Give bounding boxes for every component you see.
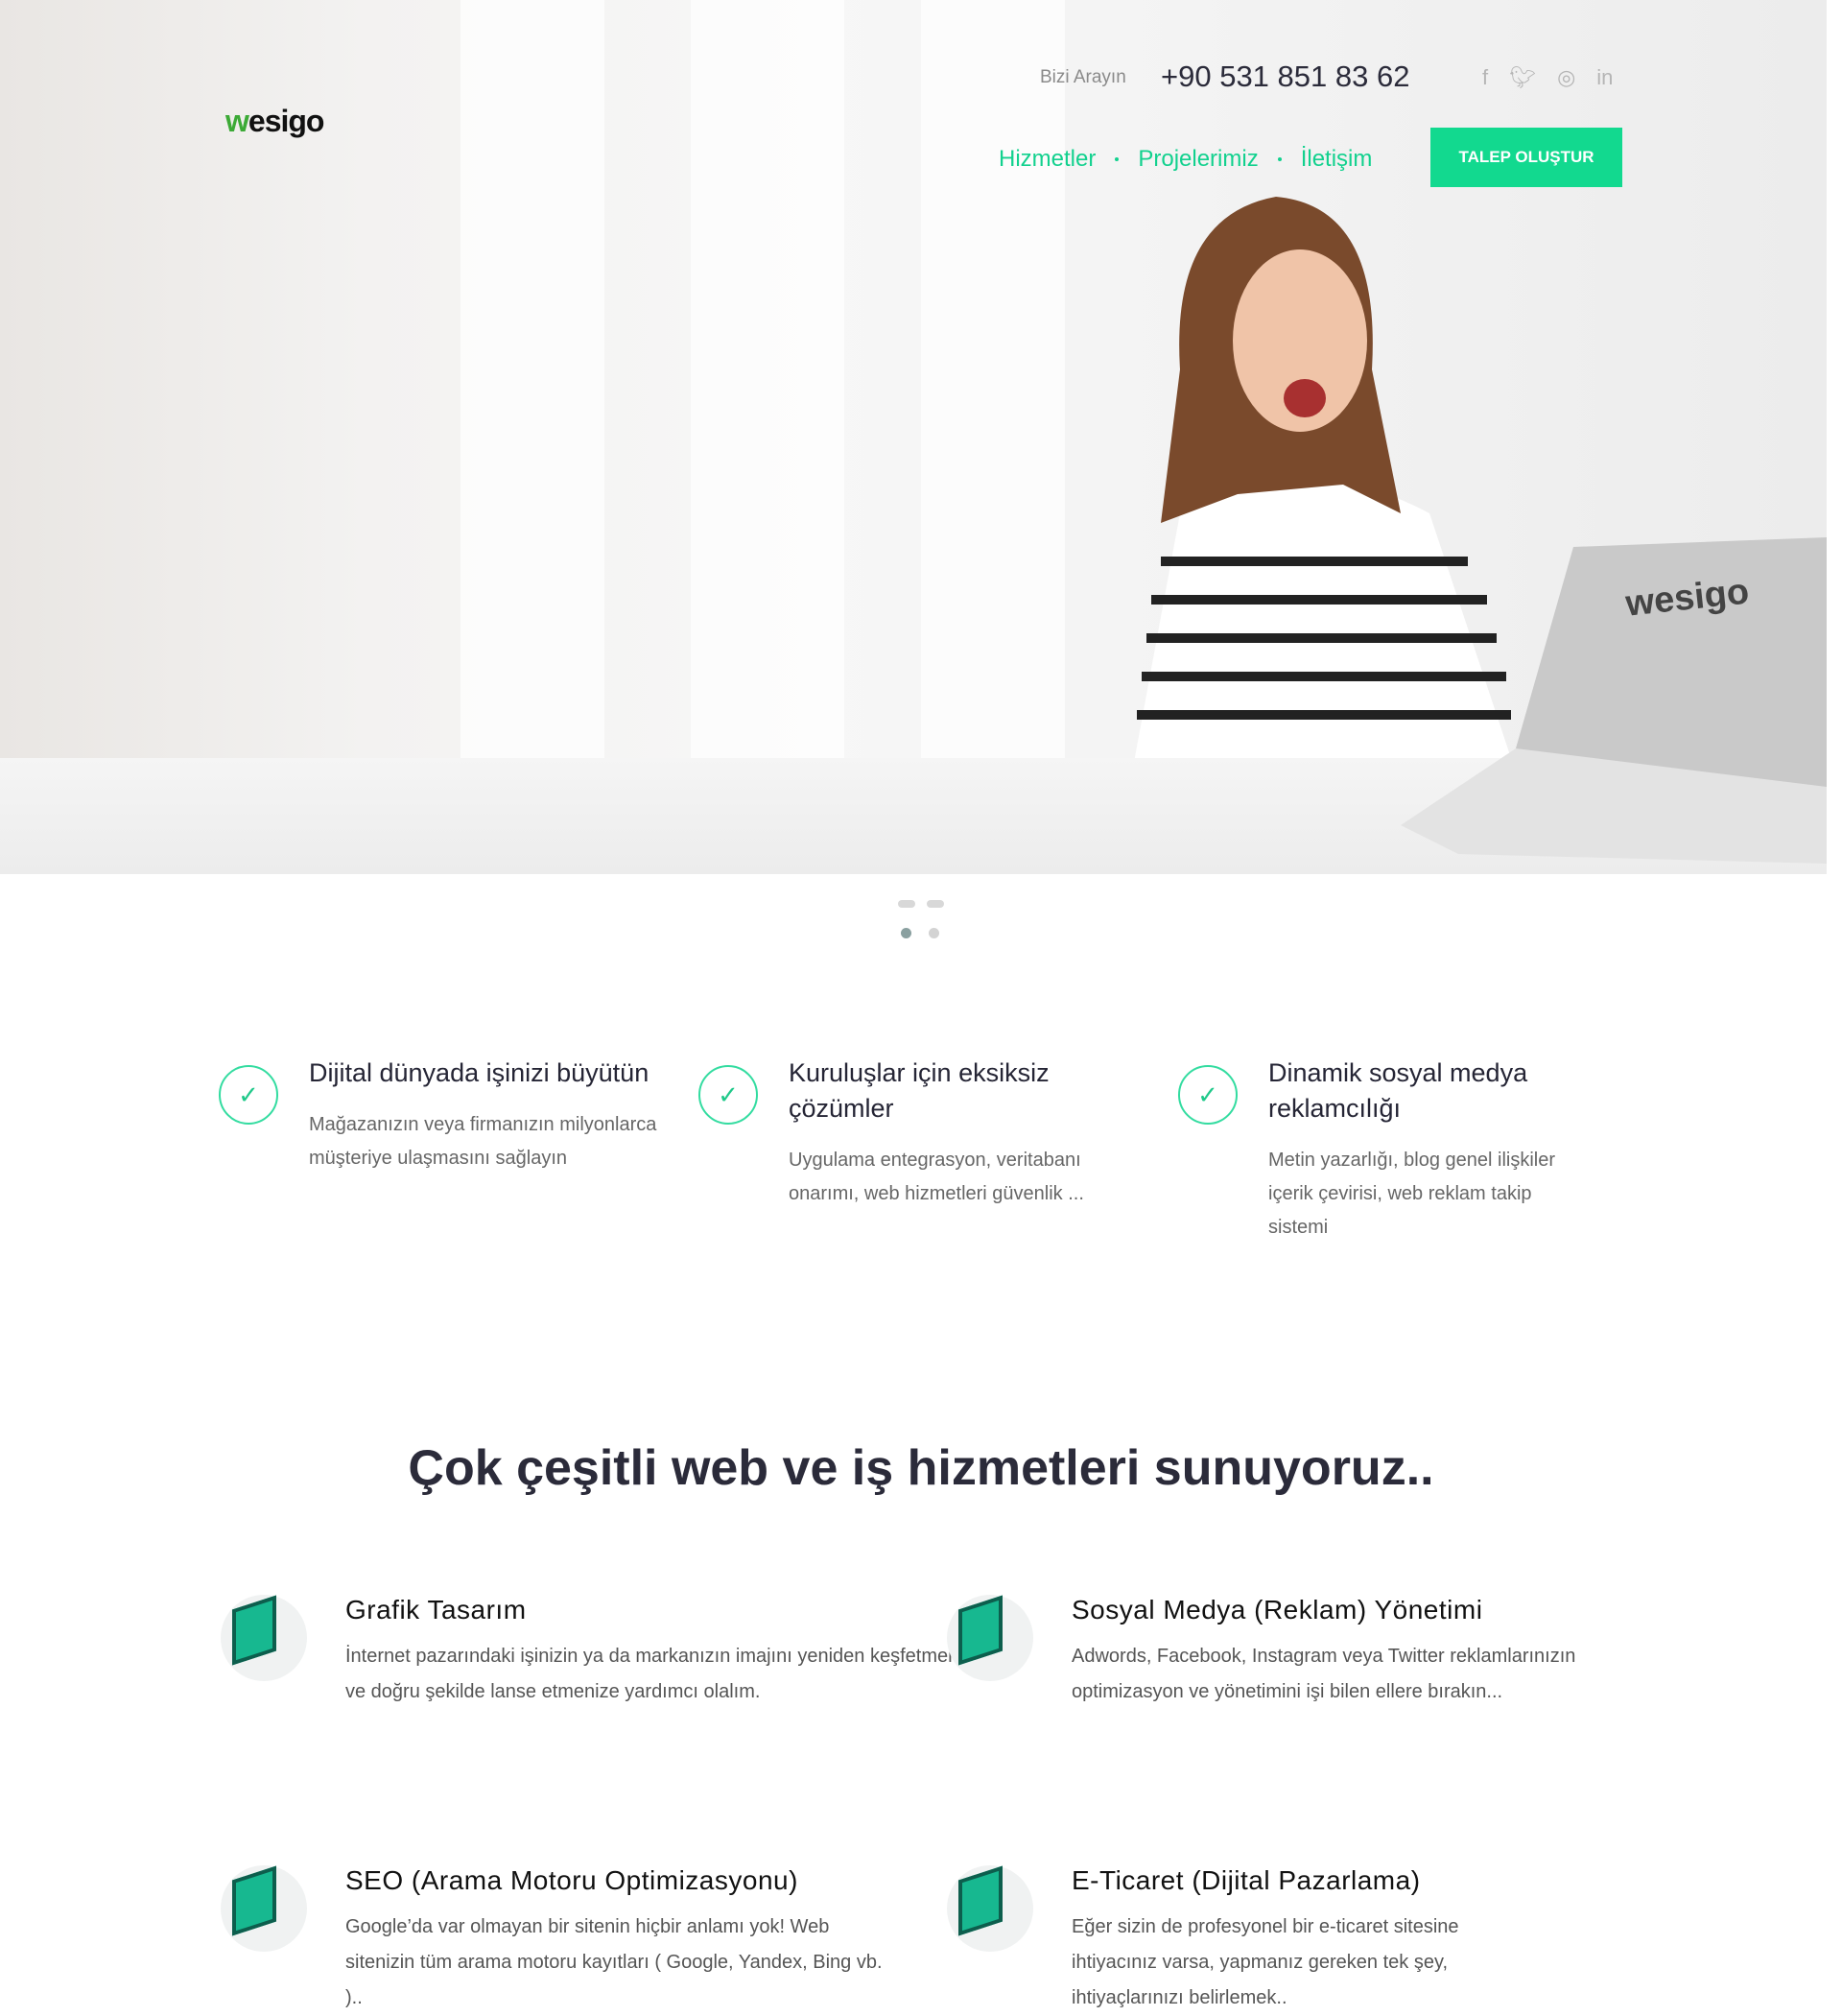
services-heading: Çok çeşitli web ve iş hizmetleri sunuyor… (408, 1440, 1434, 1496)
feature-item: ✓ Dijital dünyada işinizi büyütün Mağazanı… (219, 1055, 731, 1175)
seo-icon (221, 1865, 307, 1952)
nav-separator (1115, 157, 1120, 161)
feature-text: Uygulama entegrasyon, veritabanı onarımı… (789, 1150, 1084, 1204)
slider-dash[interactable] (898, 900, 915, 908)
feature-item: ✓ Dinamik sosyal medya reklamcılığı Metin … (1178, 1055, 1594, 1245)
call-label: Bizi Arayın (1040, 67, 1126, 87)
check-icon: ✓ (1178, 1065, 1238, 1125)
facebook-icon[interactable]: f (1482, 65, 1488, 90)
laptop-image: wesigo (1401, 537, 1827, 864)
feature-item: ✓ Kuruluşlar için eksiksiz çözümler Uygula… (698, 1055, 1134, 1211)
nav-iletisim[interactable]: İletişim (1301, 146, 1373, 173)
slider-dashes (898, 900, 944, 908)
feature-title: Kuruluşlar için eksiksiz çözümler (789, 1058, 1050, 1123)
nav-projelerimiz[interactable]: Projelerimiz (1138, 146, 1258, 173)
feature-text: Metin yazarlığı, blog genel ilişkiler iç… (1268, 1150, 1556, 1238)
service-item: Grafik Tasarım İnternet pazarındaki işini… (221, 1595, 998, 1710)
feature-title: Dinamik sosyal medya reklamcılığı (1268, 1058, 1528, 1123)
create-request-button[interactable]: TALEP OLUŞTUR (1430, 128, 1622, 187)
nav-separator (1277, 157, 1282, 161)
feature-text: Mağazanızın veya firmanızın milyonlarca … (309, 1114, 657, 1169)
social-media-icon (947, 1595, 1033, 1681)
feature-title: Dijital dünyada işinizi büyütün (309, 1058, 649, 1087)
service-text: İnternet pazarındaki işinizin ya da mark… (345, 1646, 983, 1702)
slider-dot[interactable] (929, 928, 939, 938)
window-panel (460, 0, 604, 787)
slider-dot-active[interactable] (901, 928, 911, 938)
social-links: f 🐦︎ ◎ in (1482, 65, 1613, 90)
slider-dots (901, 928, 939, 938)
logo[interactable]: wesigo (225, 104, 325, 139)
twitter-icon[interactable]: 🐦︎ (1509, 65, 1536, 90)
window-panel (691, 0, 844, 787)
check-icon: ✓ (219, 1065, 278, 1125)
service-text: Adwords, Facebook, Instagram veya Twitte… (1072, 1646, 1576, 1702)
service-item: SEO (Arama Motoru Optimizasyonu) Google’d… (221, 1865, 883, 2016)
ecommerce-icon (947, 1865, 1033, 1952)
linkedin-icon[interactable]: in (1596, 65, 1613, 90)
logo-text: esigo (248, 104, 325, 138)
main-nav: Hizmetler Projelerimiz İletişim (999, 146, 1372, 173)
logo-mark: w (225, 104, 249, 138)
service-text: Google’da var olmayan bir sitenin hiçbir… (345, 1916, 883, 2008)
service-text: Eğer sizin de profesyonel bir e-ticaret … (1072, 1916, 1459, 2008)
service-title[interactable]: SEO (Arama Motoru Optimizasyonu) (345, 1865, 883, 1896)
graphic-design-icon (221, 1595, 307, 1681)
service-item: Sosyal Medya (Reklam) Yönetimi Adwords, F… (947, 1595, 1590, 1710)
check-icon: ✓ (698, 1065, 758, 1125)
service-title[interactable]: E-Ticaret (Dijital Pazarlama) (1072, 1865, 1523, 1896)
service-item: E-Ticaret (Dijital Pazarlama) Eğer sizin … (947, 1865, 1523, 2016)
phone-number[interactable]: +90 531 851 83 62 (1161, 59, 1409, 94)
service-title[interactable]: Sosyal Medya (Reklam) Yönetimi (1072, 1595, 1590, 1625)
nav-hizmetler[interactable]: Hizmetler (999, 146, 1096, 173)
slider-dash[interactable] (927, 900, 944, 908)
service-title[interactable]: Grafik Tasarım (345, 1595, 998, 1625)
instagram-icon[interactable]: ◎ (1557, 65, 1575, 90)
